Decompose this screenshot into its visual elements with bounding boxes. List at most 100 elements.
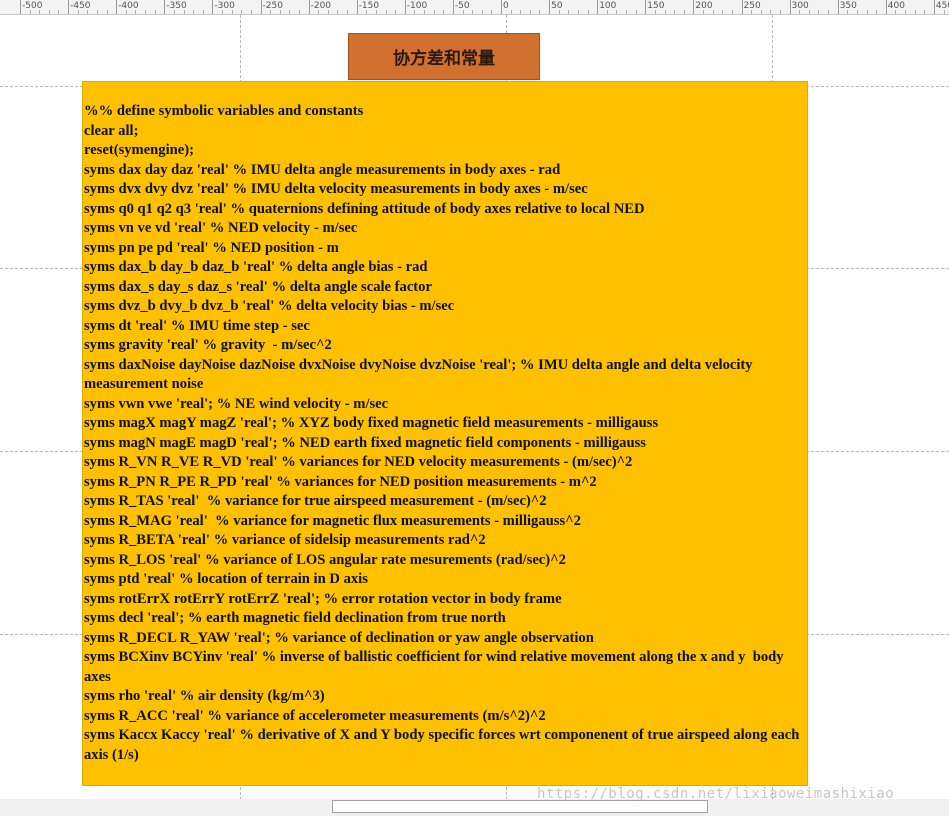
code-line: syms R_BETA 'real' % variance of sidelsi… [84,532,486,548]
ruler-minor-tick [241,10,243,14]
code-line: syms R_LOS 'real' % variance of LOS angu… [84,551,566,568]
ruler-minor-tick [529,10,531,14]
ruler-minor-tick [616,10,618,14]
code-line: syms dax_s day_s daz_s 'real' % delta an… [84,278,432,295]
ruler-minor-tick [943,10,945,14]
code-line: syms dvz_b dvy_b dvz_b 'real' % delta ve… [84,298,455,314]
code-line: syms daxNoise dayNoise dazNoise dvxNoise… [84,356,757,393]
code-line: syms dax day daz 'real' % IMU delta angl… [84,161,561,178]
ruler-minor-tick [866,10,868,14]
ruler-tick-label: 0 [503,1,509,11]
ruler-minor-tick [770,10,772,14]
ruler-minor-tick [895,10,897,14]
ruler-minor-tick [231,10,233,14]
ruler-minor-tick [222,10,224,14]
code-line: syms dax_b day_b daz_b 'real' % delta an… [84,259,428,275]
ruler-minor-tick [395,10,397,14]
ruler-tick [164,0,166,14]
watermark-text: https://blog.csdn.net/lixiaoweimashixiao [537,786,895,802]
ruler-minor-tick [828,10,830,14]
ruler-minor-tick [847,10,849,14]
ruler-tick [452,0,454,14]
code-line: syms rho 'real' % air density (kg/m^3) [84,688,325,704]
ruler-minor-tick [337,10,339,14]
ruler-tick [645,0,647,14]
ruler-minor-tick [654,10,656,14]
code-line: syms BCXinv BCYinv 'real' % inverse of b… [84,649,788,685]
code-line: syms R_DECL R_YAW 'real'; % variance of … [84,629,594,646]
code-line: syms dt 'real' % IMU time step - sec [84,317,310,334]
ruler-tick [693,0,695,14]
code-line: syms rotErrX rotErrY rotErrZ 'real'; % e… [84,590,562,607]
ruler-minor-tick [703,10,705,14]
code-line: clear all; [84,122,139,139]
ruler-minor-tick [731,10,733,14]
ruler-tick [212,0,214,14]
ruler-tick [308,0,310,14]
ruler-minor-tick [202,10,204,14]
ruler-minor-tick [193,10,195,14]
ruler-minor-tick [462,10,464,14]
ruler-minor-tick [77,10,79,14]
ruler-minor-tick [799,10,801,14]
code-line: syms R_MAG 'real' % variance for magneti… [84,512,581,529]
code-line: syms magX magY magZ 'real'; % XYZ body f… [84,415,659,431]
ruler-minor-tick [626,10,628,14]
code-line: syms R_VN R_VE R_VD 'real' % variances f… [84,454,633,470]
code-line: syms q0 q1 q2 q3 'real' % quaternions de… [84,200,645,217]
code-line: syms vwn vwe 'real'; % NE wind velocity … [84,395,389,412]
code-line: syms decl 'real'; % earth magnetic field… [84,610,506,626]
code-line: syms R_TAS 'real' % variance for true ai… [84,493,547,509]
ruler-minor-tick [58,10,60,14]
ruler-minor-tick [751,10,753,14]
code-line: syms Kaccx Kaccy 'real' % derivative of … [84,727,804,763]
ruler-minor-tick [347,10,349,14]
ruler-minor-tick [712,10,714,14]
title-shape[interactable]: 协方差和常量 [348,33,540,80]
ruler-tick [933,0,935,14]
ruler-minor-tick [491,10,493,14]
ruler-minor-tick [424,10,426,14]
ruler-minor-tick [29,10,31,14]
ruler-minor-tick [779,10,781,14]
ruler-tick [501,0,502,14]
ruler-tick [549,0,551,14]
ruler-minor-tick [760,10,762,14]
ruler-minor-tick [674,10,676,14]
ruler-minor-tick [414,10,416,14]
code-text-box[interactable]: %% define symbolic variables and constan… [82,81,808,786]
ruler-minor-tick [808,10,810,14]
ruler-minor-tick [375,10,377,14]
ruler-minor-tick [520,10,522,14]
ruler-minor-tick [154,10,156,14]
ruler-minor-tick [87,10,89,14]
ruler-tick [789,0,791,14]
ruler-minor-tick [481,10,483,14]
code-line: reset(symengine); [84,142,194,158]
ruler-tick [885,0,887,14]
ruler-minor-tick [366,10,368,14]
ruler-minor-tick [173,10,175,14]
ruler-tick-label: 50 [551,1,563,11]
ruler-minor-tick [433,10,435,14]
ruler-tick [404,0,406,14]
ruler-tick [68,0,70,14]
diagram-canvas: -500 -450 -400 -350 -300 -250 -200 -150 -100 -50 0… [0,0,949,816]
ruler-minor-tick [145,10,147,14]
ruler-minor-tick [318,10,320,14]
ruler-minor-tick [385,10,387,14]
code-line: syms dvx dvy dvz 'real' % IMU delta velo… [84,181,588,197]
ruler-tick [260,0,262,14]
ruler-minor-tick [577,10,579,14]
ruler-minor-tick [443,10,445,14]
ruler-minor-tick [876,10,878,14]
ruler-minor-tick [39,10,41,14]
code-line: syms magN magE magD 'real'; % NED earth … [84,434,646,451]
ruler-minor-tick [327,10,329,14]
ruler-minor-tick [135,10,137,14]
ruler-minor-tick [683,10,685,14]
ruler-minor-tick [279,10,281,14]
ruler-minor-tick [856,10,858,14]
ruler-minor-tick [48,10,50,14]
ruler-tick [741,0,743,14]
